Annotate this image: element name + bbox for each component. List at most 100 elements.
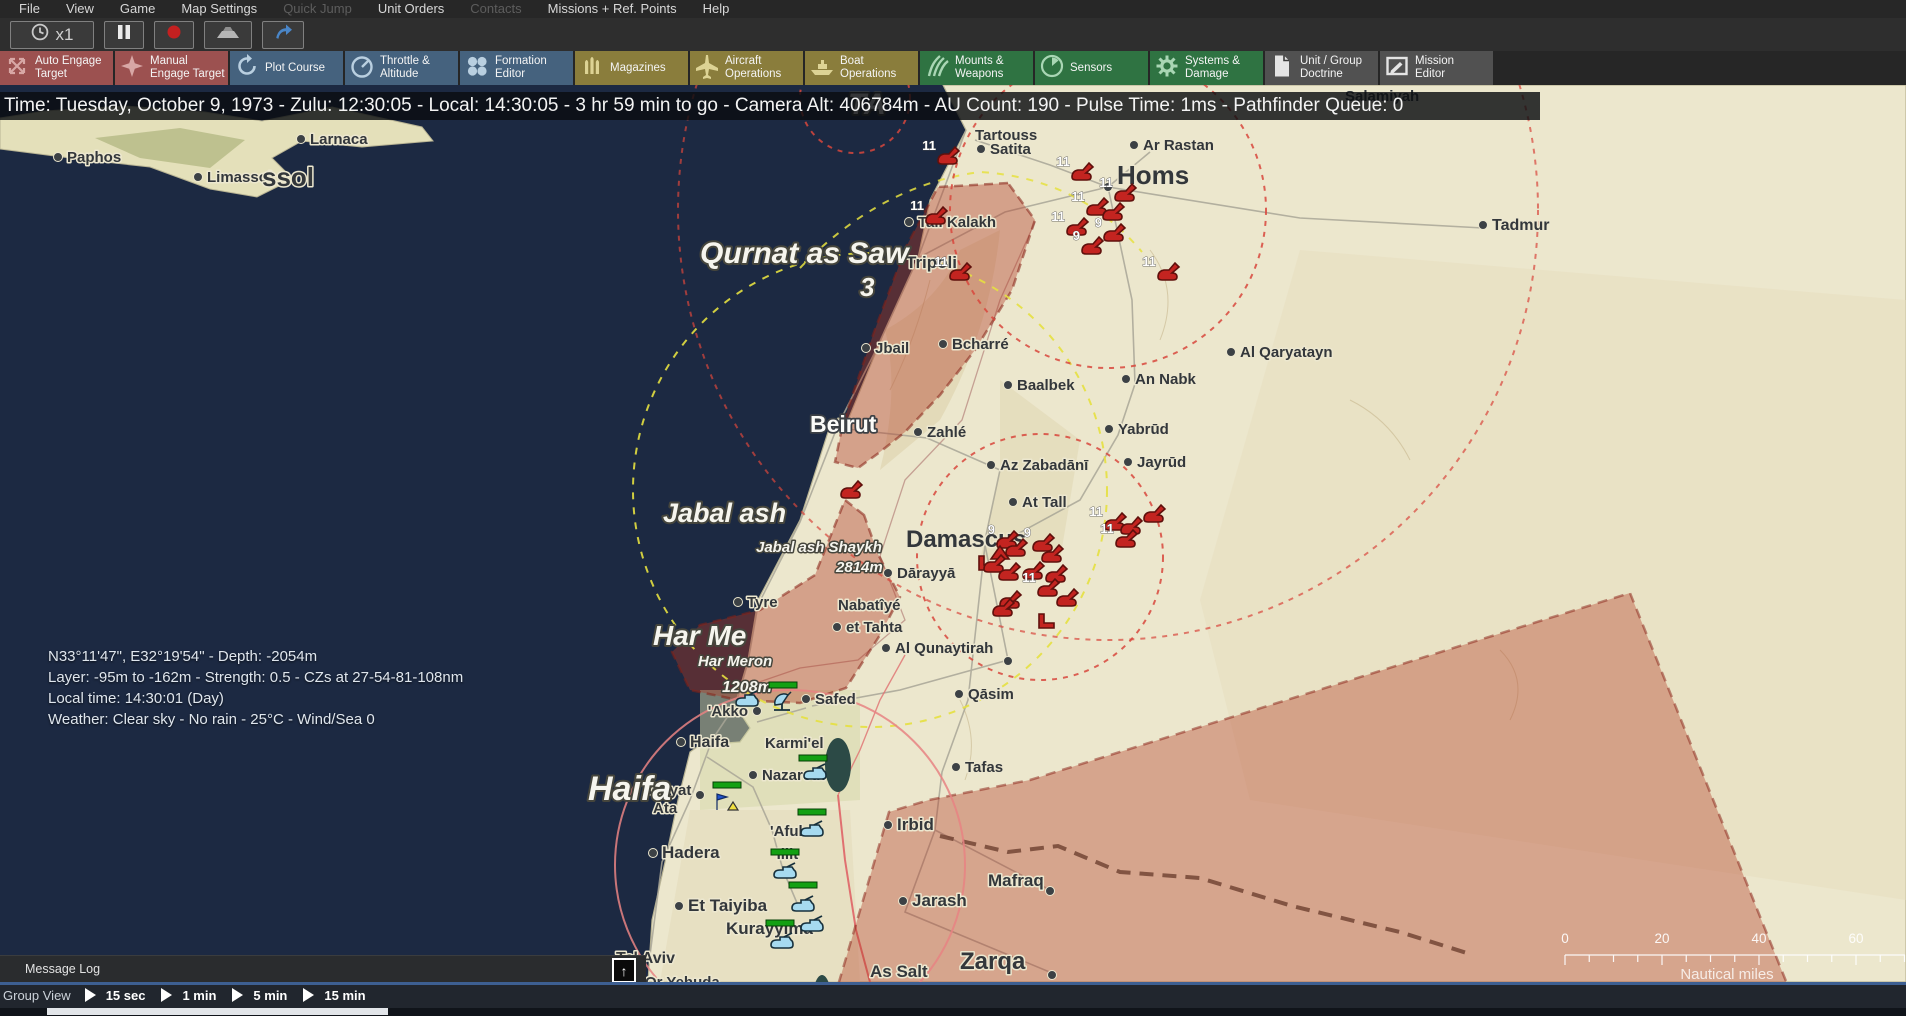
throttle-icon (349, 53, 375, 84)
city-label: Larnaca (310, 131, 368, 148)
unit-count-label: 11 (1100, 521, 1114, 536)
time-step-buttons: 15 sec 1 min 5 min 15 min (84, 987, 381, 1003)
time-step-5-min[interactable]: 5 min (231, 987, 287, 1003)
city-label: Satita (990, 141, 1032, 158)
toolbar-button-label: Auto EngageTarget (35, 55, 102, 81)
sensors-icon (1039, 53, 1065, 84)
scale-unit-label: Nautical miles (1680, 966, 1773, 983)
city-dot (884, 821, 893, 830)
map-scrollbar-thumb[interactable] (47, 1008, 388, 1015)
terrain-label: Jabal ash Shaykh (756, 539, 882, 556)
clock-icon (31, 23, 49, 46)
pause-button[interactable] (104, 21, 144, 49)
menu-view[interactable]: View (53, 0, 107, 18)
menu-quick-jump: Quick Jump (270, 0, 365, 18)
time-step-1-min[interactable]: 1 min (160, 987, 216, 1003)
time-step-label: 15 sec (106, 988, 146, 1003)
mounts-icon (924, 53, 950, 84)
city-label: Safed (815, 691, 856, 708)
toolbar-button-label: Unit / GroupDoctrine (1300, 55, 1362, 81)
menu-help[interactable]: Help (690, 0, 743, 18)
city-dot (1122, 375, 1131, 384)
time-step-15-min[interactable]: 15 min (302, 987, 365, 1003)
jump-forward-button[interactable] (262, 21, 304, 49)
auto-icon (4, 53, 30, 84)
city-label: Tripoli (906, 253, 957, 272)
auto-engage-target-button[interactable]: Auto EngageTarget (0, 51, 113, 85)
unit-status-bar (799, 755, 827, 761)
city-dot (914, 428, 923, 437)
plot-course-button[interactable]: Plot Course (230, 51, 343, 85)
scale-tick-label: 0 (1561, 931, 1569, 946)
info-line-coords: N33°11'47", E32°19'54" - Depth: -2054m (48, 646, 463, 667)
boat-operations-button[interactable]: BoatOperations (805, 51, 918, 85)
main-toolbar: Auto EngageTarget ManualEngage TargetPlot… (0, 51, 1906, 85)
plot-icon (234, 53, 260, 84)
toolbar-button-label: Sensors (1070, 62, 1112, 75)
unit-group-doctrine-button[interactable]: Unit / GroupDoctrine (1265, 51, 1378, 85)
city-dot (734, 598, 743, 607)
city-label: ssol (262, 162, 314, 192)
throttle-altitude-button[interactable]: Throttle &Altitude (345, 51, 458, 85)
city-label: Al Qunaytirah (895, 640, 993, 657)
menu-bar: FileViewGameMap SettingsQuick JumpUnit O… (0, 0, 1906, 18)
city-dot (882, 644, 891, 653)
toolbar-button-label: MissionEditor (1415, 55, 1454, 81)
cursor-info-overlay: N33°11'47", E32°19'54" - Depth: -2054m L… (48, 646, 463, 730)
time-step-15-sec[interactable]: 15 sec (84, 987, 146, 1003)
city-dot (884, 569, 893, 578)
city-label: Irbid (897, 815, 934, 834)
record-button[interactable] (154, 21, 194, 49)
city-label: Hadera (662, 843, 720, 862)
info-line-weather: Weather: Clear sky - No rain - 25°C - Wi… (48, 709, 463, 730)
unit-count-label: 11 (910, 198, 924, 213)
toolbar-button-label: Systems &Damage (1185, 55, 1240, 81)
city-label: An Nabk (1135, 371, 1197, 388)
formation-editor-button[interactable]: FormationEditor (460, 51, 573, 85)
terrain-label: 3 (860, 272, 875, 302)
time-compression-button[interactable]: x1 (10, 21, 94, 49)
unit-count-label: 9 (1073, 228, 1080, 243)
city-label: Tadmur (1492, 217, 1549, 234)
sensors-button[interactable]: Sensors (1035, 51, 1148, 85)
mission-editor-button[interactable]: MissionEditor (1380, 51, 1493, 85)
city-dot (1130, 141, 1139, 150)
map-canvas[interactable]: PaphosLimassolssolLarnacaTartoussSatitaA… (0, 0, 1906, 1016)
map-scrollbar-track[interactable] (0, 1008, 1906, 1016)
systems-damage-button[interactable]: Systems &Damage (1150, 51, 1263, 85)
city-label: Beirut (810, 411, 877, 437)
city-dot (194, 173, 203, 182)
terrain-label: Har Me (653, 620, 746, 651)
city-label: Haifa (690, 734, 729, 751)
terrain-label: Qurnat as Saw (700, 237, 910, 270)
group-view-label[interactable]: Group View (3, 988, 71, 1003)
city-dot (952, 763, 961, 772)
unit-status-bar (713, 782, 741, 788)
menu-game[interactable]: Game (107, 0, 168, 18)
city-dot (1048, 971, 1057, 980)
unit-status-bar (789, 882, 817, 888)
manual-engage-target-button[interactable]: ManualEngage Target (115, 51, 228, 85)
menu-missions-ref-points[interactable]: Missions + Ref. Points (535, 0, 690, 18)
menu-unit-orders[interactable]: Unit Orders (365, 0, 457, 18)
city-label: Mafraq (988, 871, 1044, 890)
toolbar-button-label: BoatOperations (840, 55, 896, 81)
city-dot (1004, 657, 1013, 666)
city-dot (1124, 458, 1133, 467)
menu-file[interactable]: File (6, 0, 53, 18)
aircraft-operations-button[interactable]: AircraftOperations (690, 51, 803, 85)
message-log-bar[interactable]: Message Log ↑ (0, 955, 646, 983)
unit-count-label: 11 (1099, 175, 1113, 190)
message-log-expand-button[interactable]: ↑ (612, 958, 636, 983)
relief-layer-button[interactable] (204, 21, 252, 49)
menu-map-settings[interactable]: Map Settings (168, 0, 270, 18)
editor-icon (1384, 53, 1410, 84)
mounts-weapons-button[interactable]: Mounts &Weapons (920, 51, 1033, 85)
magazines-button[interactable]: Magazines (575, 51, 688, 85)
sea-of-galilee (825, 738, 851, 792)
scale-tick-label: 40 (1751, 931, 1766, 946)
city-label: Tyre (747, 594, 778, 611)
play-triangle-icon (160, 987, 173, 1003)
city-dot (899, 897, 908, 906)
city-label: Qāsim (968, 686, 1014, 703)
